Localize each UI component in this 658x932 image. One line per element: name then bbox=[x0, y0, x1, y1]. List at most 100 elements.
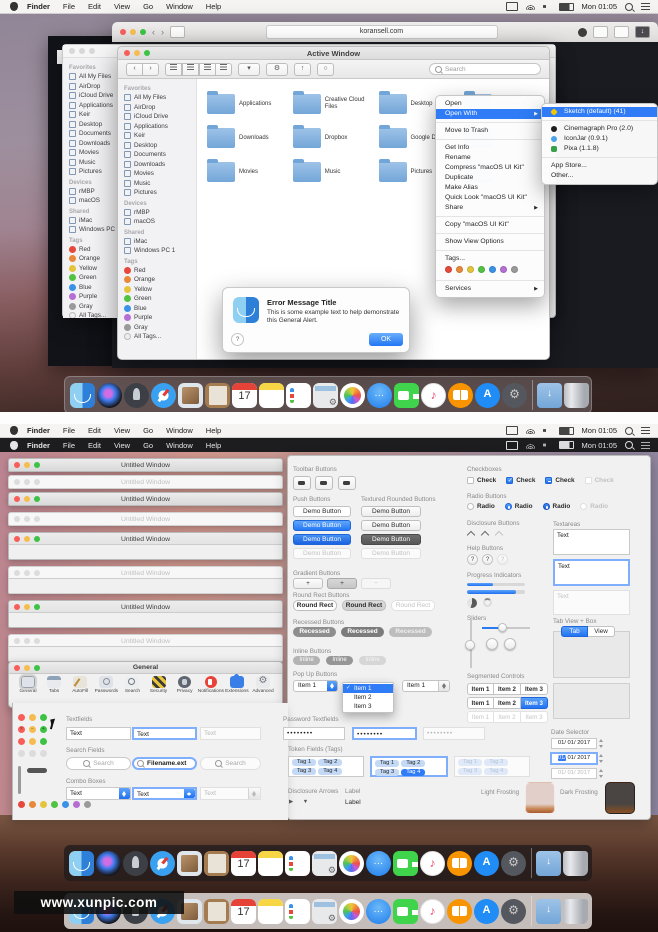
menubar-item[interactable]: Finder bbox=[27, 441, 50, 450]
sidebar-tag-item[interactable]: All Tags... bbox=[124, 332, 196, 342]
horizontal-scrollbar[interactable] bbox=[27, 768, 47, 773]
reminders-icon[interactable] bbox=[285, 899, 310, 924]
vertical-scrollbar[interactable] bbox=[18, 766, 21, 794]
sidebar-item[interactable]: Downloads bbox=[124, 160, 196, 170]
downloads-icon[interactable]: ↓ bbox=[537, 383, 562, 408]
textured-button[interactable]: Demo Button bbox=[361, 534, 421, 545]
sidebar-item[interactable]: AirDrop bbox=[124, 103, 196, 113]
gradient-button[interactable]: + bbox=[327, 578, 357, 589]
submenu-item[interactable]: IconJar (0.9.1) bbox=[542, 134, 657, 144]
calendar-icon[interactable]: 17 bbox=[231, 851, 256, 876]
wifi-icon[interactable] bbox=[526, 3, 535, 10]
ok-button[interactable]: OK bbox=[369, 333, 403, 346]
menubar-item[interactable]: Finder bbox=[27, 426, 50, 435]
recessed-button[interactable]: Recessed bbox=[389, 627, 432, 637]
list-view-icon[interactable] bbox=[182, 63, 199, 76]
notes-icon[interactable] bbox=[258, 899, 283, 924]
sidebar-tag-item[interactable]: Red bbox=[124, 266, 196, 276]
preferences-toolbar-item[interactable]: General bbox=[15, 676, 41, 694]
preferences-toolbar-item[interactable]: Advanced bbox=[250, 676, 276, 694]
checkbox[interactable]: Check bbox=[506, 477, 535, 484]
apple-icon[interactable] bbox=[10, 2, 18, 11]
horizontal-slider-knob[interactable] bbox=[498, 623, 507, 632]
itunes-icon[interactable]: ♪ bbox=[421, 383, 446, 408]
preferences-toolbar-item[interactable]: AutoFill bbox=[67, 676, 93, 694]
notification-center-icon[interactable] bbox=[641, 3, 650, 10]
trash-icon[interactable] bbox=[563, 851, 588, 876]
sidebar-item[interactable]: macOS bbox=[69, 196, 117, 206]
finder-icon[interactable] bbox=[70, 383, 95, 408]
submenu-item[interactable]: Sketch (default) (41) bbox=[542, 107, 657, 117]
sidebar-item[interactable]: Windows PC 1 bbox=[69, 225, 117, 235]
segment[interactable]: Item 2 bbox=[494, 683, 521, 695]
facetime-icon[interactable] bbox=[394, 383, 419, 408]
sidebar-item[interactable]: Desktop bbox=[124, 141, 196, 151]
sidebar-tag-item[interactable]: All Tags... bbox=[69, 311, 117, 318]
gradient-button[interactable]: − bbox=[361, 578, 391, 589]
folder-item[interactable]: Creative Cloud Files bbox=[293, 87, 379, 121]
volume-icon[interactable] bbox=[543, 3, 551, 10]
menubar-item[interactable]: Help bbox=[206, 441, 221, 450]
tags-icon[interactable]: ○ bbox=[317, 63, 334, 76]
round-rect-button[interactable]: Round Rect bbox=[293, 600, 337, 611]
recessed-button[interactable]: Recessed bbox=[293, 627, 336, 637]
context-menu-item[interactable]: Quick Look "macOS UI Kit" bbox=[436, 193, 544, 203]
sidebar-item[interactable]: iCloud Drive bbox=[69, 91, 117, 101]
finder-icon[interactable] bbox=[69, 851, 94, 876]
textarea-focused[interactable]: Text bbox=[553, 559, 630, 586]
sidebar-tag-item[interactable]: Green bbox=[69, 273, 117, 283]
untitled-window[interactable]: Untitled Window bbox=[8, 475, 283, 489]
general-window-titlebar[interactable]: General bbox=[9, 662, 282, 674]
untitled-window[interactable]: Untitled Window bbox=[8, 634, 283, 662]
menubar-item[interactable]: Go bbox=[143, 426, 153, 435]
battery-icon[interactable] bbox=[559, 427, 574, 435]
notification-center-icon[interactable] bbox=[641, 442, 650, 449]
menubar-item[interactable]: View bbox=[114, 441, 130, 450]
sidebar-item[interactable]: Downloads bbox=[69, 139, 117, 149]
tick-slider-knob[interactable] bbox=[504, 638, 516, 650]
display-icon[interactable] bbox=[506, 2, 518, 11]
system-preferences-icon[interactable]: ⚙ bbox=[502, 383, 527, 408]
messages-icon[interactable]: ... bbox=[366, 899, 391, 924]
popup-menu-item[interactable]: Item 1 bbox=[343, 684, 393, 693]
downloads-button-icon[interactable]: ↓ bbox=[635, 26, 650, 38]
untitled-window[interactable]: Untitled Window bbox=[8, 532, 283, 560]
toolbar-button[interactable] bbox=[293, 476, 311, 490]
context-menu-item[interactable]: Rename bbox=[436, 153, 544, 163]
launchpad-icon[interactable] bbox=[123, 851, 148, 876]
sidebar-item[interactable]: Movies bbox=[124, 169, 196, 179]
gradient-button[interactable]: + bbox=[293, 578, 323, 589]
photos-icon[interactable] bbox=[340, 383, 365, 408]
token-tag[interactable]: Tag 3 bbox=[292, 768, 316, 775]
context-menu-item[interactable]: Show View Options bbox=[436, 237, 544, 247]
menubar-item[interactable]: Help bbox=[206, 2, 221, 11]
volume-icon[interactable] bbox=[543, 427, 551, 434]
apple-icon[interactable] bbox=[10, 426, 18, 435]
menubar-item[interactable]: Go bbox=[143, 2, 153, 11]
round-rect-button[interactable]: Round Rect bbox=[342, 600, 386, 611]
battery-icon[interactable] bbox=[559, 441, 574, 449]
menubar-item[interactable]: File bbox=[63, 426, 75, 435]
untitled-window[interactable]: Untitled Window bbox=[8, 566, 283, 594]
sidebar-item[interactable]: All My Files bbox=[69, 72, 117, 82]
icon-view-icon[interactable] bbox=[165, 63, 182, 76]
forward-icon[interactable]: › bbox=[143, 63, 159, 76]
notes-icon[interactable] bbox=[258, 851, 283, 876]
push-button[interactable]: Demo Button bbox=[293, 506, 351, 517]
folder-item[interactable]: Applications bbox=[207, 87, 293, 121]
battery-icon[interactable] bbox=[559, 3, 574, 11]
popup-button[interactable]: Item 1 bbox=[293, 680, 338, 692]
mail-icon[interactable] bbox=[177, 851, 202, 876]
menubar-item[interactable]: Go bbox=[143, 441, 153, 450]
system-info-icon[interactable] bbox=[313, 383, 338, 408]
folder-item[interactable]: Dropbox bbox=[293, 121, 379, 155]
textured-button[interactable]: Demo Button bbox=[361, 506, 421, 517]
share-icon[interactable]: ↑ bbox=[294, 63, 311, 76]
column-view-icon[interactable] bbox=[199, 63, 216, 76]
segment[interactable]: Item 1 bbox=[467, 697, 494, 709]
messages-icon[interactable]: ... bbox=[367, 383, 392, 408]
radio-button[interactable]: Radio bbox=[505, 503, 533, 510]
ibooks-icon[interactable] bbox=[447, 851, 472, 876]
tick-slider-knob[interactable] bbox=[486, 638, 498, 650]
context-menu-item[interactable] bbox=[436, 250, 544, 251]
